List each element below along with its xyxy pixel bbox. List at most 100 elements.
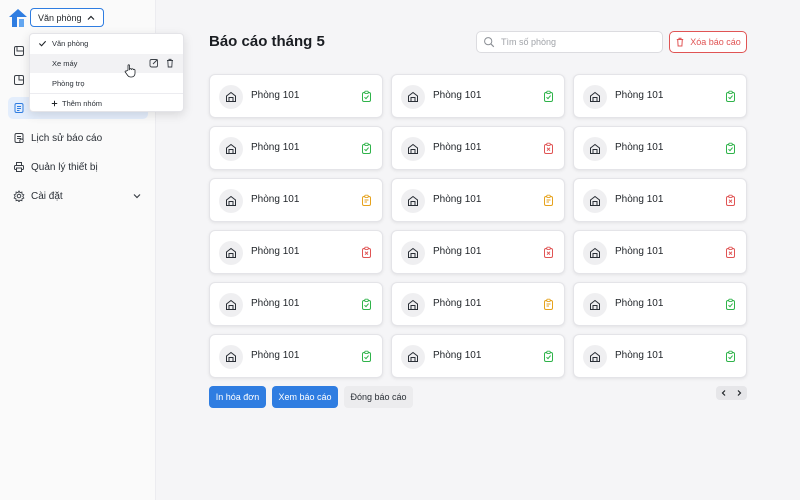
delete-report-label: Xóa báo cáo <box>690 37 741 47</box>
room-icon <box>583 345 607 369</box>
view-report-button[interactable]: Xem báo cáo <box>272 386 338 408</box>
clipboard-x-icon <box>542 142 555 155</box>
dropdown-item-label: Xe máy <box>52 59 78 68</box>
chevron-right-icon[interactable] <box>735 389 743 397</box>
room-card[interactable]: Phòng 101 <box>391 334 565 378</box>
room-card[interactable]: Phòng 101 <box>573 126 747 170</box>
add-group-button[interactable]: Thêm nhóm <box>30 94 183 113</box>
room-card[interactable]: Phòng 101 <box>391 282 565 326</box>
app-logo-icon[interactable] <box>8 8 28 28</box>
dropdown-item-label: Phòng trọ <box>52 79 85 88</box>
room-name: Phòng 101 <box>433 194 482 205</box>
search-input[interactable] <box>501 37 651 47</box>
chevron-down-icon[interactable] <box>132 191 142 201</box>
room-name: Phòng 101 <box>251 246 300 257</box>
room-card[interactable]: Phòng 101 <box>209 178 383 222</box>
group-dropdown-menu: Văn phòng Xe máy Phòng trọ Thêm nhóm <box>29 33 184 112</box>
sidebar-item-settings[interactable]: Cài đặt <box>8 185 148 207</box>
dropdown-item-label: Văn phòng <box>52 39 89 48</box>
room-icon <box>219 85 243 109</box>
clipboard-x-icon <box>360 246 373 259</box>
room-name: Phòng 101 <box>433 298 482 309</box>
sidebar-item-device-management[interactable]: Quản lý thiết bị <box>8 156 148 178</box>
room-icon <box>583 137 607 161</box>
room-icon <box>401 137 425 161</box>
chevron-left-icon[interactable] <box>720 389 728 397</box>
room-name: Phòng 101 <box>615 142 664 153</box>
hand-cursor-icon <box>124 64 136 78</box>
room-icon <box>219 345 243 369</box>
room-card[interactable]: Phòng 101 <box>573 334 747 378</box>
add-group-label: Thêm nhóm <box>62 99 103 108</box>
room-icon <box>583 85 607 109</box>
clipboard-check-icon <box>360 90 373 103</box>
room-card[interactable]: Phòng 101 <box>209 126 383 170</box>
clipboard-x-icon <box>542 246 555 259</box>
report-icon <box>14 103 24 113</box>
room-name: Phòng 101 <box>615 90 664 101</box>
clipboard-x-icon <box>724 246 737 259</box>
room-icon <box>583 189 607 213</box>
clipboard-check-icon <box>724 90 737 103</box>
rooms-icon[interactable] <box>13 45 25 57</box>
room-icon <box>219 293 243 317</box>
room-name: Phòng 101 <box>615 246 664 257</box>
clipboard-check-icon <box>724 142 737 155</box>
delete-report-button[interactable]: Xóa báo cáo <box>669 31 747 53</box>
room-name: Phòng 101 <box>251 90 300 101</box>
plus-icon <box>51 100 58 107</box>
room-name: Phòng 101 <box>251 350 300 361</box>
dropdown-item-office[interactable]: Văn phòng <box>30 34 183 53</box>
room-icon <box>401 293 425 317</box>
room-name: Phòng 101 <box>433 246 482 257</box>
room-name: Phòng 101 <box>251 142 300 153</box>
check-icon <box>38 40 47 47</box>
room-search[interactable] <box>476 31 663 53</box>
room-name: Phòng 101 <box>615 350 664 361</box>
room-icon <box>219 241 243 265</box>
room-name: Phòng 101 <box>433 142 482 153</box>
room-card[interactable]: Phòng 101 <box>209 282 383 326</box>
room-card[interactable]: Phòng 101 <box>391 230 565 274</box>
room-card[interactable]: Phòng 101 <box>573 230 747 274</box>
clipboard-x-icon <box>724 194 737 207</box>
devices-icon[interactable] <box>13 74 25 86</box>
chevron-up-icon <box>87 15 94 20</box>
print-invoice-button[interactable]: In hóa đơn <box>209 386 266 408</box>
dropdown-item-rental-room[interactable]: Phòng trọ <box>30 74 183 93</box>
room-card[interactable]: Phòng 101 <box>573 282 747 326</box>
group-selector[interactable]: Văn phòng <box>30 8 104 27</box>
clipboard-check-icon <box>360 142 373 155</box>
clipboard-check-icon <box>542 350 555 363</box>
room-card[interactable]: Phòng 101 <box>209 74 383 118</box>
room-card[interactable]: Phòng 101 <box>573 74 747 118</box>
edit-icon[interactable] <box>149 58 159 68</box>
room-name: Phòng 101 <box>615 298 664 309</box>
close-report-button[interactable]: Đóng báo cáo <box>344 386 413 408</box>
trash-icon <box>677 37 684 47</box>
room-card[interactable]: Phòng 101 <box>391 74 565 118</box>
room-card[interactable]: Phòng 101 <box>391 126 565 170</box>
room-card[interactable]: Phòng 101 <box>573 178 747 222</box>
room-card[interactable]: Phòng 101 <box>209 230 383 274</box>
trash-icon[interactable] <box>165 58 175 68</box>
sidebar-item-label: Quản lý thiết bị <box>31 161 98 173</box>
room-icon <box>401 85 425 109</box>
sidebar-item-label: Cài đặt <box>31 190 63 202</box>
clipboard-pending-icon <box>542 194 555 207</box>
clipboard-check-icon <box>360 298 373 311</box>
group-selector-value: Văn phòng <box>38 12 82 23</box>
room-icon <box>583 293 607 317</box>
room-name: Phòng 101 <box>433 350 482 361</box>
room-card[interactable]: Phòng 101 <box>391 178 565 222</box>
printer-icon <box>14 162 24 172</box>
report-actions: In hóa đơn Xem báo cáo Đóng báo cáo <box>209 386 413 408</box>
room-icon <box>401 189 425 213</box>
clipboard-check-icon <box>724 350 737 363</box>
dropdown-item-motorbike[interactable]: Xe máy <box>30 54 183 73</box>
room-name: Phòng 101 <box>251 194 300 205</box>
sidebar-item-report-history[interactable]: Lịch sử báo cáo <box>8 127 148 149</box>
room-name: Phòng 101 <box>251 298 300 309</box>
clipboard-check-icon <box>542 90 555 103</box>
room-card[interactable]: Phòng 101 <box>209 334 383 378</box>
